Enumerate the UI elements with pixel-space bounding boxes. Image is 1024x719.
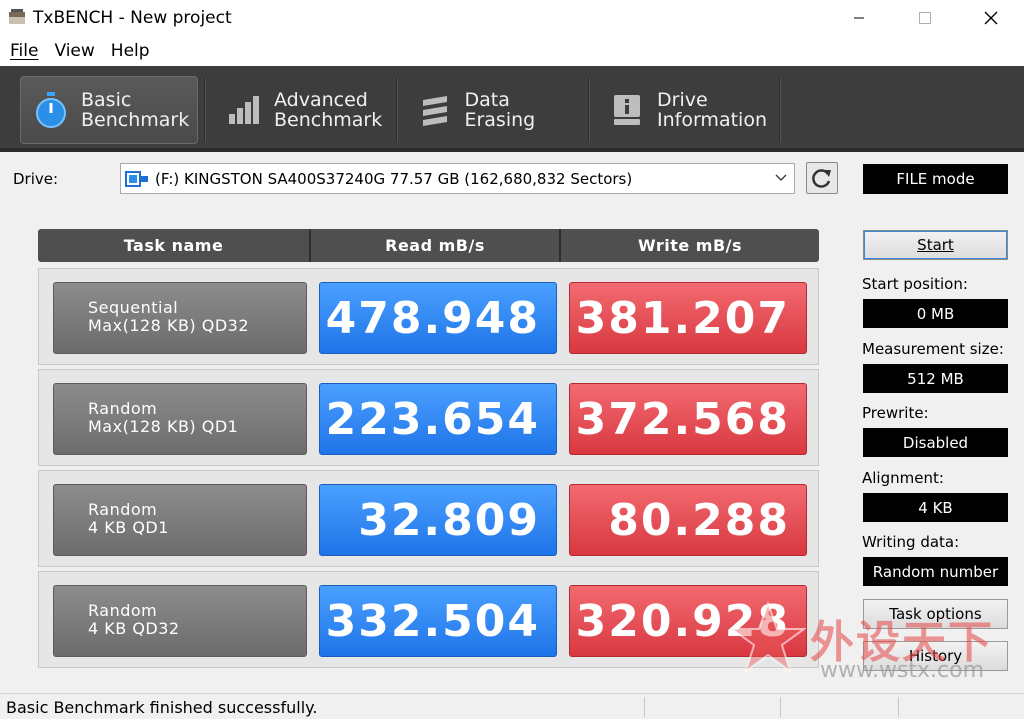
header-task-name: Task name — [38, 229, 311, 262]
drive-label: Drive: — [13, 170, 59, 188]
writing-data-value[interactable]: Random number — [863, 557, 1008, 586]
read-value: 223.654 — [319, 383, 557, 455]
task-name-line2: 4 KB QD32 — [88, 619, 180, 638]
write-value: 80.288 — [569, 484, 807, 556]
task-name-line1: Random — [88, 601, 158, 620]
close-icon — [984, 11, 998, 25]
start-position-value[interactable]: 0 MB — [863, 299, 1008, 328]
task-options-button[interactable]: Task options — [863, 599, 1008, 629]
status-bar: Basic Benchmark finished successfully. — [0, 693, 1024, 719]
tab-erasing-label: Data Erasing — [464, 89, 536, 131]
start-button[interactable]: Start — [863, 230, 1008, 260]
table-row: Random Max(128 KB) QD1 223.654 372.568 — [38, 369, 819, 466]
drive-icon — [125, 170, 148, 187]
alignment-value[interactable]: 4 KB — [863, 493, 1008, 522]
maximize-button[interactable] — [902, 0, 948, 36]
maximize-icon — [919, 12, 931, 24]
results-table-header: Task name Read mB/s Write mB/s — [38, 229, 819, 262]
status-divider — [898, 697, 899, 717]
task-name-line2: Max(128 KB) QD1 — [88, 417, 239, 436]
tab-drive-information[interactable]: Drive Information — [597, 76, 777, 144]
toolbar-separator — [204, 78, 206, 142]
bar-chart-icon — [224, 90, 264, 130]
write-value: 381.207 — [569, 282, 807, 354]
tab-basic-benchmark[interactable]: Basic Benchmark — [20, 76, 198, 144]
menu-help[interactable]: Help — [101, 41, 156, 61]
tab-basic-line1: Basic — [81, 89, 132, 111]
prewrite-label: Prewrite: — [862, 404, 929, 422]
table-row: Random 4 KB QD32 332.504 320.928 — [38, 571, 819, 668]
measurement-size-label: Measurement size: — [862, 340, 1004, 358]
app-icon — [9, 9, 25, 24]
minimize-icon — [854, 17, 864, 19]
toolbar: Basic Benchmark Advanced Benchmark Data … — [0, 66, 1024, 152]
toolbar-separator — [396, 78, 398, 142]
menu-view[interactable]: View — [44, 41, 100, 61]
tab-advanced-benchmark[interactable]: Advanced Benchmark — [214, 76, 392, 144]
task-name-line1: Random — [88, 399, 158, 418]
status-divider — [644, 697, 645, 717]
header-read: Read mB/s — [311, 229, 561, 262]
tab-drive-line2: Information — [657, 109, 767, 131]
toolbar-separator — [779, 78, 781, 142]
table-row: Random 4 KB QD1 32.809 80.288 — [38, 470, 819, 567]
task-random-4kb-qd1-button[interactable]: Random 4 KB QD1 — [53, 484, 307, 556]
stopwatch-icon — [31, 90, 71, 130]
tab-basic-line2: Benchmark — [81, 109, 190, 131]
refresh-button[interactable] — [806, 162, 838, 194]
drive-info-icon — [607, 90, 647, 130]
task-name-line1: Sequential — [88, 298, 179, 317]
history-button[interactable]: History — [863, 641, 1008, 671]
write-value: 372.568 — [569, 383, 807, 455]
table-row: Sequential Max(128 KB) QD32 478.948 381.… — [38, 268, 819, 365]
mode-indicator: FILE mode — [863, 164, 1008, 194]
writing-data-label: Writing data: — [862, 533, 960, 551]
refresh-icon — [812, 169, 831, 188]
task-name-line2: 4 KB QD1 — [88, 518, 169, 537]
write-value: 320.928 — [569, 585, 807, 657]
status-message: Basic Benchmark finished successfully. — [6, 698, 318, 717]
tab-drive-line1: Drive — [657, 89, 708, 111]
measurement-size-value[interactable]: 512 MB — [863, 364, 1008, 393]
title-bar: TxBENCH - New project — [0, 0, 1024, 36]
start-position-label: Start position: — [862, 275, 968, 293]
start-button-label: Start — [917, 236, 954, 254]
read-value: 332.504 — [319, 585, 557, 657]
tab-advanced-line2: Benchmark — [274, 109, 383, 131]
eraser-icon — [415, 90, 454, 130]
header-write: Write mB/s — [637, 236, 743, 255]
task-sequential-qd32-button[interactable]: Sequential Max(128 KB) QD32 — [53, 282, 307, 354]
status-divider — [780, 697, 781, 717]
toolbar-separator — [588, 78, 590, 142]
alignment-label: Alignment: — [862, 469, 944, 487]
window-title: TxBENCH - New project — [33, 8, 232, 28]
drive-select-value: (F:) KINGSTON SA400S37240G 77.57 GB (162… — [155, 169, 633, 188]
read-value: 32.809 — [319, 484, 557, 556]
prewrite-value[interactable]: Disabled — [863, 428, 1008, 457]
task-random-4kb-qd32-button[interactable]: Random 4 KB QD32 — [53, 585, 307, 657]
drive-select[interactable]: (F:) KINGSTON SA400S37240G 77.57 GB (162… — [120, 163, 795, 194]
read-value: 478.948 — [319, 282, 557, 354]
menu-file[interactable]: File — [0, 41, 44, 61]
task-random-128kb-qd1-button[interactable]: Random Max(128 KB) QD1 — [53, 383, 307, 455]
close-button[interactable] — [968, 0, 1014, 36]
tab-advanced-line1: Advanced — [274, 89, 368, 111]
menu-bar: File View Help — [0, 36, 1024, 66]
tab-data-erasing[interactable]: Data Erasing — [405, 76, 585, 144]
task-name-line1: Random — [88, 500, 158, 519]
task-name-line2: Max(128 KB) QD32 — [88, 316, 250, 335]
minimize-button[interactable] — [836, 0, 882, 36]
chevron-down-icon — [775, 174, 787, 181]
